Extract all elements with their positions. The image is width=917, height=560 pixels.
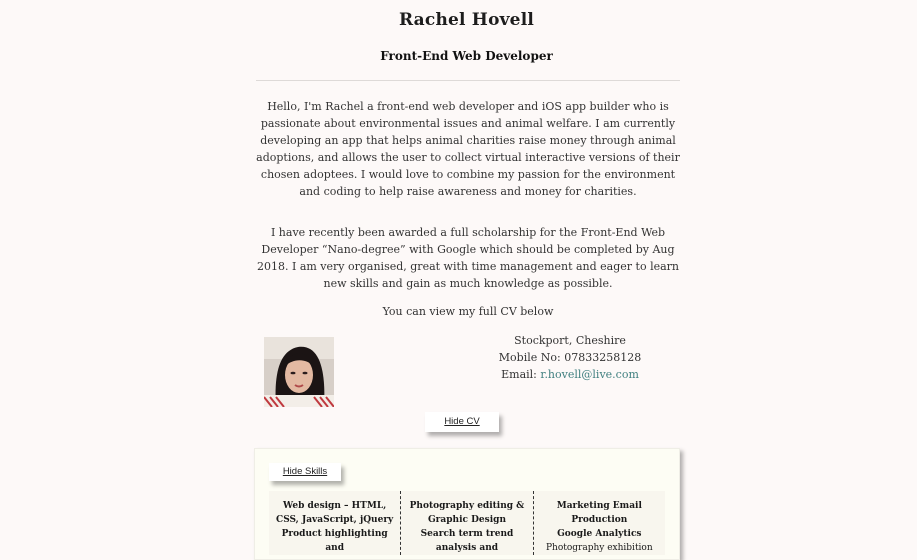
contact-info: Stockport, Cheshire Mobile No: 078332581… — [480, 332, 660, 383]
skill-item: Marketing Email Production — [556, 501, 642, 525]
skills-column-3: Marketing Email Production Google Analyt… — [532, 491, 665, 555]
contact-email-row: Email: r.hovell@live.com — [480, 366, 660, 383]
contact-mobile: Mobile No: 07833258128 — [498, 351, 642, 364]
skills-grid: Web design – HTML, CSS, JavaScript, jQue… — [269, 491, 665, 555]
header-divider — [256, 80, 680, 81]
cv-panel: Hide Skills Web design – HTML, CSS, Java… — [254, 448, 680, 560]
skill-item: Product highlighting and — [281, 529, 388, 553]
skill-item: Web design – HTML, CSS, JavaScript, jQue… — [276, 501, 394, 525]
email-link[interactable]: r.hovell@live.com — [540, 368, 638, 381]
skill-item: Google Analytics — [557, 529, 642, 539]
skill-item: Search term trend analysis and — [420, 529, 514, 553]
profile-name: Rachel Hovell — [398, 10, 535, 30]
contact-email-label: Email: — [501, 368, 541, 381]
bio-paragraph-2: I have recently been awarded a full scho… — [256, 226, 680, 290]
skill-item: Photography editing & Graphic Design — [409, 501, 525, 525]
profile-photo — [264, 337, 334, 407]
profile-role: Front-End Web Developer — [380, 49, 553, 63]
contact-location: Stockport, Cheshire — [514, 334, 626, 347]
skills-column-2: Photography editing & Graphic Design Sea… — [400, 491, 533, 555]
hide-cv-button[interactable]: Hide CV — [425, 412, 499, 432]
hide-skills-button[interactable]: Hide Skills — [269, 463, 341, 481]
cv-note: You can view my full CV below — [382, 305, 554, 318]
bio-paragraph-1: Hello, I'm Rachel a front-end web develo… — [256, 100, 680, 198]
skills-column-1: Web design – HTML, CSS, JavaScript, jQue… — [269, 491, 401, 555]
skill-item: Photography exhibition — [545, 543, 653, 553]
